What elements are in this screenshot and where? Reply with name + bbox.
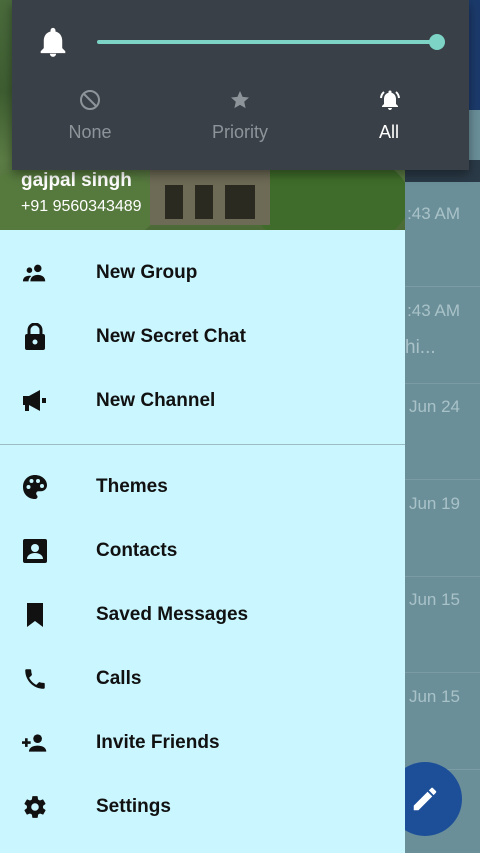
mode-label: None [68, 122, 112, 142]
block-icon [78, 88, 102, 112]
chat-time: :43 AM [407, 301, 460, 320]
add-person-icon [22, 730, 48, 756]
menu-item-calls[interactable]: Calls [0, 647, 405, 711]
pencil-icon [413, 787, 437, 811]
menu-label: Contacts [96, 540, 178, 561]
palette-icon [22, 474, 48, 500]
user-phone: +91 9560343489 [21, 198, 142, 215]
chat-row[interactable]: Jun 24 [405, 383, 480, 480]
menu-item-invite-friends[interactable]: Invite Friends [0, 711, 405, 775]
menu-label: Settings [96, 796, 171, 817]
bell-ring-icon [377, 88, 401, 112]
mode-label: All [378, 122, 399, 142]
chat-row[interactable]: Jun 19 [405, 480, 480, 577]
menu-label: Calls [96, 668, 142, 689]
chat-time: :43 AM [407, 204, 460, 223]
menu-item-saved-messages[interactable]: Saved Messages [0, 583, 405, 647]
menu-label: Invite Friends [96, 732, 220, 753]
mode-all[interactable]: All [329, 88, 449, 143]
phone-icon [22, 666, 48, 692]
menu-item-contacts[interactable]: Contacts [0, 519, 405, 583]
chat-preview: hi... [405, 337, 436, 358]
menu-item-new-secret-chat[interactable]: New Secret Chat [0, 305, 405, 369]
chat-row[interactable]: Jun 15 [405, 673, 480, 770]
lock-icon [22, 323, 48, 350]
gear-icon [22, 794, 48, 820]
menu-label: New Secret Chat [96, 326, 246, 347]
menu-label: New Group [96, 262, 198, 283]
header-window [225, 185, 255, 219]
bell-icon[interactable] [38, 26, 68, 58]
menu-label: Themes [96, 476, 168, 497]
megaphone-icon [22, 388, 48, 414]
header-window [165, 185, 183, 219]
menu-item-new-channel[interactable]: New Channel [0, 369, 405, 433]
star-icon [228, 88, 252, 112]
mode-none[interactable]: None [30, 88, 150, 143]
menu-item-new-group[interactable]: New Group [0, 241, 405, 305]
group-icon [22, 260, 48, 286]
contact-card-icon [22, 538, 48, 564]
menu-label: New Channel [96, 390, 216, 411]
mode-priority[interactable]: Priority [180, 88, 300, 143]
menu-item-settings[interactable]: Settings [0, 775, 405, 839]
bookmark-icon [22, 602, 48, 628]
mode-label: Priority [211, 122, 268, 142]
menu-label: Saved Messages [96, 604, 249, 625]
volume-dnd-panel: None Priority All [12, 0, 469, 170]
user-name: gajpal singh [21, 170, 132, 191]
volume-slider-thumb[interactable] [429, 34, 445, 50]
chat-row[interactable]: Jun 15 [405, 576, 480, 673]
menu-divider [0, 444, 405, 445]
chat-row[interactable]: :43 AM [405, 190, 480, 287]
chat-time: Jun 15 [408, 590, 460, 609]
menu-item-themes[interactable]: Themes [0, 455, 405, 519]
chat-time: Jun 15 [408, 687, 460, 706]
chat-time: Jun 19 [408, 494, 460, 513]
chat-time: Jun 24 [408, 397, 460, 416]
chat-row[interactable]: :43 AM hi... [405, 287, 480, 384]
volume-slider-track[interactable] [97, 40, 437, 44]
header-window [195, 185, 213, 219]
